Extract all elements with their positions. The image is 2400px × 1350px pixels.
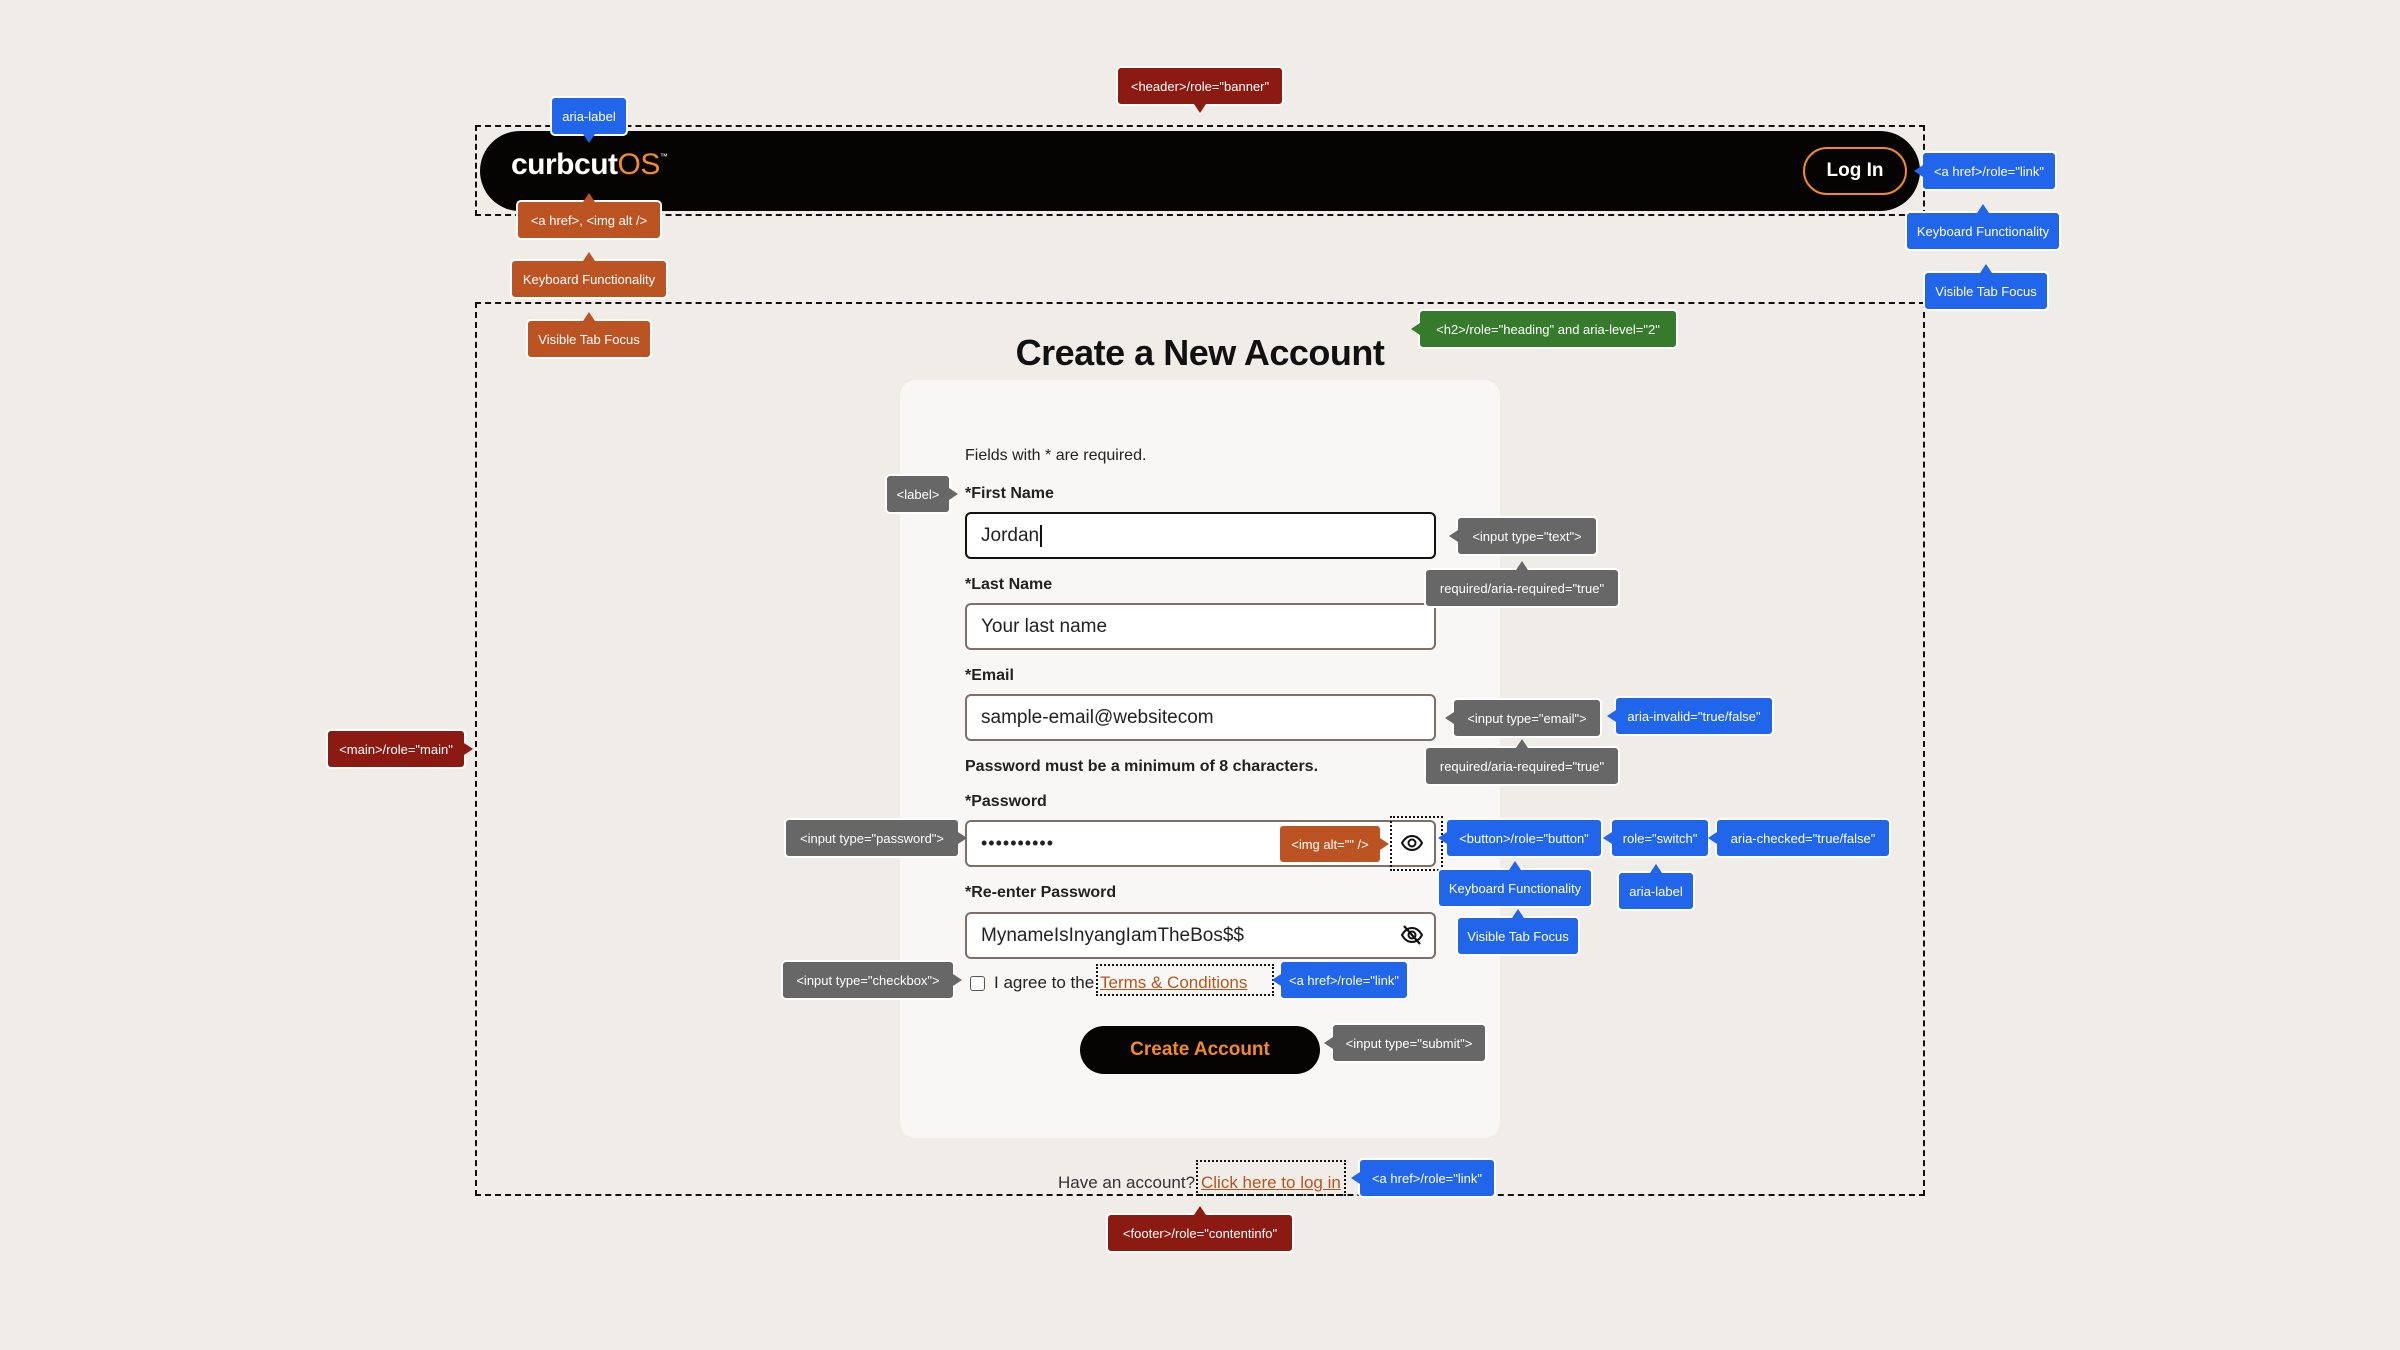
annotation-footer-role: <footer>/role="contentinfo"	[1106, 1206, 1294, 1253]
text-caret	[1040, 524, 1042, 547]
annotation-input-text: <input type="text">	[1449, 516, 1598, 556]
email-label: *Email	[965, 667, 1014, 684]
annotation-login-keyboard: Keyboard Functionality	[1905, 204, 2061, 251]
annotation-logo-aria-label: aria-label	[550, 96, 628, 143]
annotation-button-role: <button>/role="button"	[1438, 818, 1603, 858]
annotation-main-role: <main>/role="main"	[326, 729, 473, 769]
annotation-logo-link-img: <a href>, <img alt />	[516, 193, 662, 240]
page-title: Create a New Account	[0, 332, 2400, 374]
annotation-terms-link: <a href>/role="link"	[1272, 960, 1409, 1000]
annotation-required-2: required/aria-required="true"	[1424, 739, 1620, 786]
annotation-input-email: <input type="email">	[1445, 698, 1602, 738]
annotation-logo-keyboard: Keyboard Functionality	[510, 252, 668, 299]
annotation-footer-link: <a href>/role="link"	[1351, 1158, 1496, 1198]
site-header	[480, 131, 1920, 211]
annotation-aria-checked: aria-checked="true/false"	[1708, 818, 1891, 858]
annotation-img-alt: <img alt="" />	[1278, 824, 1389, 864]
annotation-label: <label>	[885, 474, 958, 514]
annotation-login-focus: Visible Tab Focus	[1923, 264, 2049, 311]
annotation-input-password: <input type="password">	[784, 818, 967, 858]
logo-accent-text: OS	[617, 148, 661, 181]
eye-slash-icon[interactable]	[1400, 923, 1424, 947]
email-value: sample-email@websitecom	[981, 706, 1214, 728]
annotation-button-keyboard: Keyboard Functionality	[1437, 861, 1593, 908]
last-name-placeholder: Your last name	[981, 615, 1108, 637]
eye-icon[interactable]	[1400, 831, 1424, 855]
logo-main-text: curbcut	[511, 148, 618, 181]
email-input[interactable]: sample-email@websitecom	[965, 694, 1436, 741]
terms-prefix-text: I agree to the	[994, 973, 1095, 992]
reenter-password-label: *Re-enter Password	[965, 884, 1117, 901]
password-hint: Password must be a minimum of 8 characte…	[965, 758, 1319, 775]
annotation-input-checkbox: <input type="checkbox">	[781, 960, 962, 1000]
first-name-value: Jordan	[981, 524, 1040, 546]
annotation-heading: <h2>/role="heading" and aria-level="2"	[1411, 309, 1678, 349]
annotation-aria-invalid: aria-invalid="true/false"	[1607, 696, 1774, 736]
footer-prompt: Have an account?	[1058, 1173, 1196, 1192]
first-name-input[interactable]: Jordan	[965, 512, 1436, 559]
annotation-required-1: required/aria-required="true"	[1424, 561, 1620, 608]
password-value: ••••••••••	[981, 833, 1055, 853]
annotation-button-focus: Visible Tab Focus	[1456, 909, 1580, 956]
logo-link[interactable]: curbcutOS™	[511, 148, 668, 182]
first-name-label: *First Name	[965, 485, 1054, 502]
password-label: *Password	[965, 793, 1047, 810]
terms-checkbox[interactable]	[970, 976, 985, 991]
last-name-input[interactable]: Your last name	[965, 603, 1436, 650]
annotation-input-submit: <input type="submit">	[1324, 1023, 1487, 1063]
required-note: Fields with * are required.	[965, 447, 1147, 464]
annotation-role-switch: role="switch"	[1603, 818, 1710, 858]
annotation-switch-aria-label: aria-label	[1617, 864, 1695, 911]
trademark-mark: ™	[659, 152, 668, 161]
page-title-text: Create a New Account	[1015, 331, 1385, 373]
reenter-password-value: MynameIsInyangIamTheBos$$	[981, 924, 1244, 946]
create-account-button[interactable]: Create Account	[1080, 1026, 1320, 1074]
annotation-header-banner: <header>/role="banner"	[1116, 66, 1284, 113]
reenter-password-input[interactable]: MynameIsInyangIamTheBos$$	[965, 912, 1436, 959]
last-name-label: *Last Name	[965, 576, 1053, 593]
annotation-logo-focus: Visible Tab Focus	[526, 312, 652, 359]
annotation-login-link: <a href>/role="link"	[1914, 151, 2057, 191]
terms-link[interactable]: Terms & Conditions	[1100, 973, 1247, 993]
footer-login-link[interactable]: Click here to log in	[1201, 1173, 1341, 1193]
login-link[interactable]: Log In	[1803, 147, 1907, 195]
